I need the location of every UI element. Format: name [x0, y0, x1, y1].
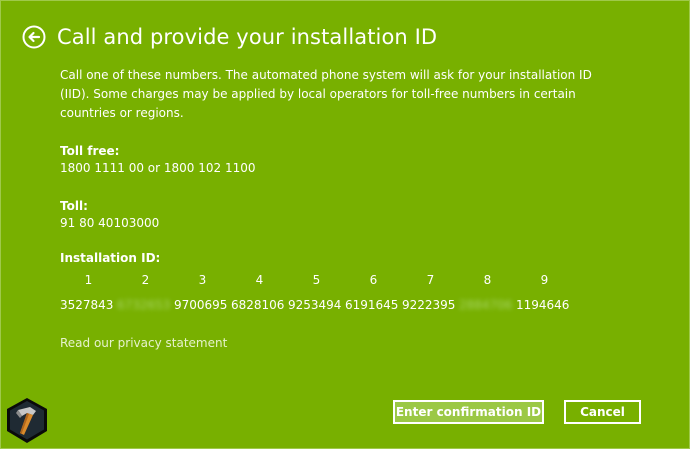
id-column-number: 3	[198, 273, 207, 287]
back-arrow-icon	[22, 25, 46, 49]
privacy-statement-link[interactable]: Read our privacy statement	[60, 336, 227, 350]
cancel-button[interactable]: Cancel	[564, 400, 641, 424]
id-group-value: 6828106	[231, 298, 285, 312]
id-column-number: 5	[312, 273, 321, 287]
id-group-value: 1194646	[516, 298, 570, 312]
id-group-value: 6732653	[117, 298, 171, 312]
id-group-value: 2884706	[459, 298, 513, 312]
header: Call and provide your installation ID	[22, 23, 437, 51]
enter-confirmation-id-button[interactable]: Enter confirmation ID	[393, 400, 544, 424]
toll-free-number: 1800 1111 00 or 1800 102 1100	[60, 161, 256, 175]
hammer-logo-icon	[7, 398, 47, 443]
id-column-number: 1	[84, 273, 93, 287]
id-column-number: 8	[483, 273, 492, 287]
id-group-value: 9253494	[288, 298, 342, 312]
id-group-value: 9222395	[402, 298, 456, 312]
id-column-number: 7	[426, 273, 435, 287]
toll-label: Toll:	[60, 199, 88, 213]
id-group-value: 6191645	[345, 298, 399, 312]
back-button[interactable]	[22, 25, 46, 49]
page-title: Call and provide your installation ID	[57, 25, 438, 49]
instructions-text: Call one of these numbers. The automated…	[60, 68, 592, 120]
id-column-number: 4	[255, 273, 264, 287]
activation-dialog: Call and provide your installation ID Ca…	[0, 0, 690, 449]
toll-free-label: Toll free:	[60, 144, 120, 158]
id-column-number: 6	[369, 273, 378, 287]
id-group-value: 9700695	[174, 298, 228, 312]
id-column-number: 9	[540, 273, 549, 287]
id-group-value: 3527843	[60, 298, 114, 312]
installation-id-label: Installation ID:	[60, 251, 161, 265]
id-column-number: 2	[141, 273, 150, 287]
toll-number: 91 80 40103000	[60, 216, 160, 230]
